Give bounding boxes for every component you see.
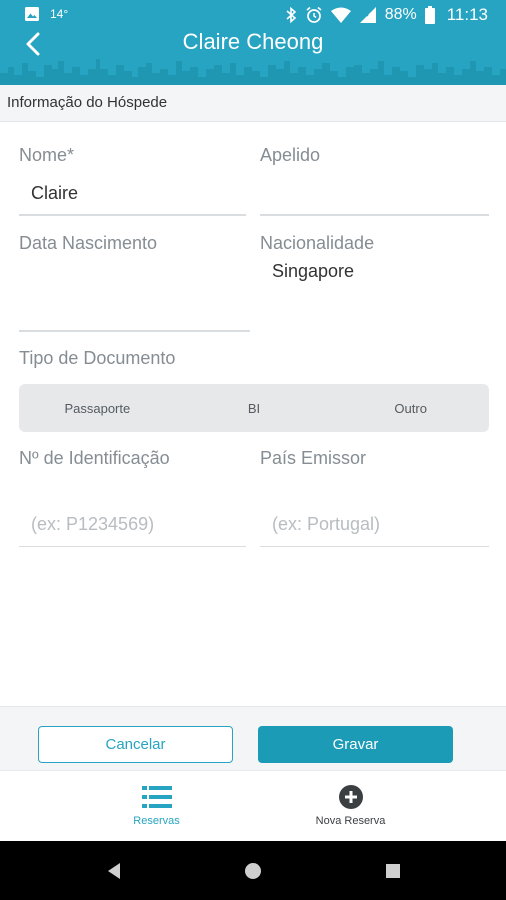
alarm-icon <box>306 6 322 23</box>
section-title: Informação do Hóspede <box>7 94 168 111</box>
status-bar: 14° 88% 11:13 <box>0 0 506 30</box>
wifi-icon <box>330 7 351 23</box>
document-type-segmented-control: Passaporte BI Outro <box>19 384 489 432</box>
nav-reservas-label: Reservas <box>133 815 180 827</box>
temperature-text: 14° <box>50 7 69 21</box>
issuing-country-input[interactable] <box>260 503 489 547</box>
section-header: Informação do Hóspede <box>0 85 506 122</box>
last-name-underline <box>260 214 489 216</box>
save-button[interactable]: Gravar <box>258 726 453 763</box>
action-bar: Cancelar Gravar <box>0 706 506 770</box>
system-navigation-bar <box>0 841 506 900</box>
first-name-input[interactable]: Claire <box>31 183 78 204</box>
issuing-country-label: País Emissor <box>260 448 367 468</box>
document-type-passaporte[interactable]: Passaporte <box>19 384 176 432</box>
last-name-label: Apelido <box>260 145 321 165</box>
first-name-underline <box>19 214 246 216</box>
page-title: Claire Cheong <box>182 29 324 54</box>
list-icon <box>141 786 172 808</box>
document-type-outro[interactable]: Outro <box>332 384 489 432</box>
first-name-label: Nome* <box>19 145 75 165</box>
app-header: 14° 88% 11:13 Claire Cheong <box>0 0 506 85</box>
status-right: 88% 11:13 <box>285 5 488 25</box>
nav-nova-reserva[interactable]: Nova Reserva <box>224 771 477 842</box>
image-notification-icon <box>25 7 39 21</box>
bottom-navigation: Reservas Nova Reserva <box>0 770 506 841</box>
bluetooth-icon <box>286 6 296 24</box>
nav-nova-reserva-label: Nova Reserva <box>315 815 386 827</box>
document-type-label: Tipo de Documento <box>19 348 176 368</box>
cell-signal-icon <box>359 7 376 23</box>
status-left: 14° <box>24 6 68 22</box>
add-circle-icon <box>338 785 363 809</box>
nationality-label: Nacionalidade <box>260 233 375 253</box>
city-skyline-decoration <box>0 59 506 85</box>
birth-date-underline <box>19 330 250 332</box>
app-screen: 14° 88% 11:13 Claire Cheong Informação d… <box>0 0 506 900</box>
cancel-button[interactable]: Cancelar <box>38 726 233 763</box>
nationality-select[interactable]: Singapore <box>272 261 354 282</box>
battery-percent: 88% <box>384 6 417 23</box>
clock-text: 11:13 <box>446 5 488 24</box>
last-name-input[interactable] <box>272 183 488 211</box>
birth-date-input[interactable] <box>31 262 231 322</box>
id-number-input[interactable] <box>19 503 246 547</box>
document-type-bi[interactable]: BI <box>176 384 333 432</box>
id-number-label: Nº de Identificação <box>19 448 170 468</box>
battery-icon <box>424 6 435 24</box>
birth-date-label: Data Nascimento <box>19 233 158 253</box>
home-circle-icon[interactable] <box>242 860 264 882</box>
back-triangle-icon[interactable] <box>103 860 125 882</box>
recents-square-icon[interactable] <box>382 860 404 882</box>
